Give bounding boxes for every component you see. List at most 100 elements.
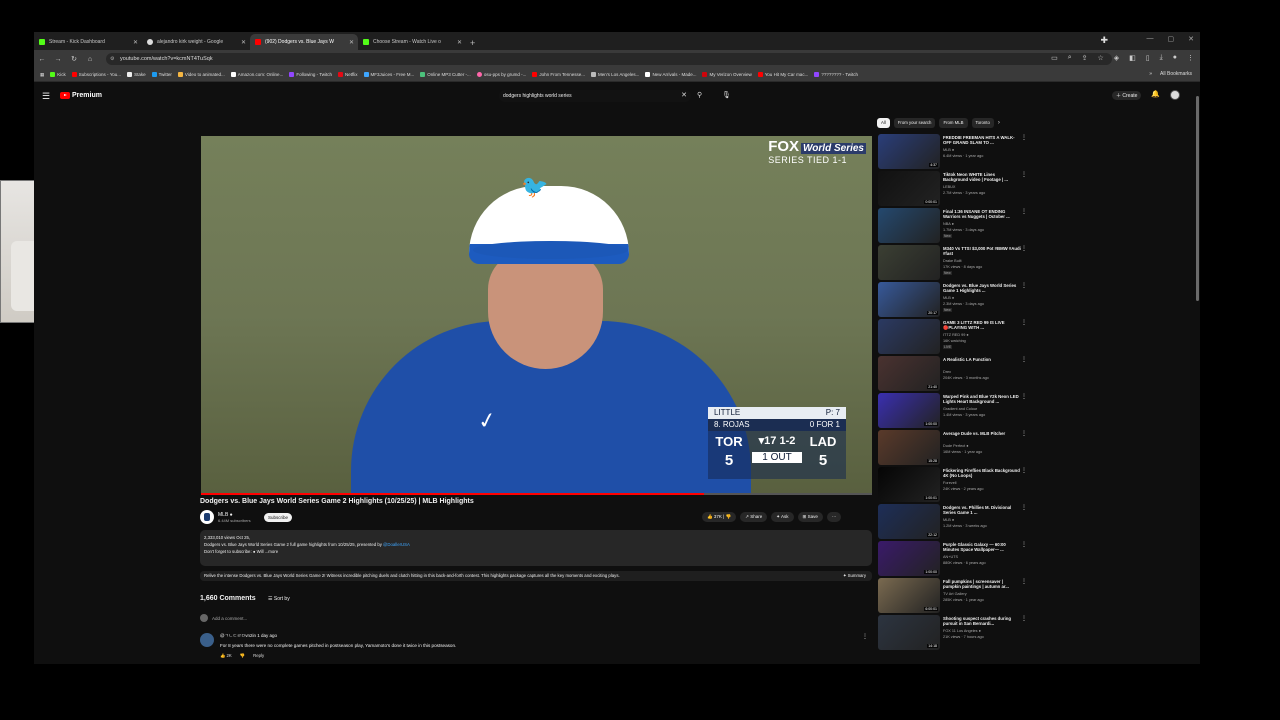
video-thumbnail[interactable]: 1:00:01 xyxy=(878,467,940,502)
bookmark-star-icon[interactable]: ☆ xyxy=(1098,54,1104,62)
recommendation-item[interactable]: M340 Vs TTS! $3,000 Pot #BMW #Audi #fast… xyxy=(878,245,1028,281)
summary-button[interactable]: ✦ Summary xyxy=(843,571,866,581)
zoom-icon[interactable]: ⌕ xyxy=(1068,54,1072,62)
forward-icon[interactable]: → xyxy=(50,56,66,63)
chevron-right-icon[interactable]: › xyxy=(998,118,1000,128)
apps-icon[interactable]: ▦ xyxy=(40,72,44,78)
tab-3[interactable]: Choose Stream - Watch Live o ✕ xyxy=(358,34,466,50)
chip-all[interactable]: All xyxy=(877,118,890,128)
channel-name[interactable]: FOX 11 Los Angeles ● xyxy=(943,629,981,633)
bookmark-16[interactable]: ???????? - Twitch xyxy=(814,72,858,77)
close-icon[interactable]: ✕ xyxy=(457,39,462,46)
video-thumbnail[interactable] xyxy=(878,245,940,280)
recommendation-item[interactable]: 15:28 Average Dude vs. MLB Pitcher Dude Pe… xyxy=(878,430,1028,466)
extensions-icon[interactable]: ◧ xyxy=(1129,54,1136,62)
kebab-menu-icon[interactable]: ⋮ xyxy=(1021,615,1027,622)
bookmark-4[interactable]: Video to animated... xyxy=(177,72,225,77)
cast-icon[interactable]: ▭ xyxy=(1051,54,1058,62)
video-title[interactable]: Purple Glassic Galaxy — 60:00 Minutes Sp… xyxy=(943,542,1021,553)
share-icon[interactable]: ⇪ xyxy=(1082,54,1088,62)
video-thumbnail[interactable]: 1:00:00 xyxy=(878,541,940,576)
comment-author[interactable]: @ㄱㄴㄷㄹㅁvn2in 1 day ago xyxy=(220,633,277,639)
recommendation-item[interactable]: 1:00:01 Flickering Fireflies Black Backgr… xyxy=(878,467,1028,503)
kebab-menu-icon[interactable]: ⋮ xyxy=(1021,245,1027,252)
avatar[interactable] xyxy=(1170,90,1180,100)
comment-like-button[interactable]: 👍 2K xyxy=(220,653,232,659)
home-icon[interactable]: ⌂ xyxy=(82,56,98,63)
search-input[interactable]: dodgers highlights world series ✕ xyxy=(499,90,691,102)
video-thumbnail[interactable] xyxy=(878,319,940,354)
download-icon[interactable]: ⤓ xyxy=(1160,54,1163,62)
reply-button[interactable]: Reply xyxy=(253,653,264,659)
comment-dislike-icon[interactable]: 👎 xyxy=(240,653,245,659)
search-icon[interactable]: ⚲ xyxy=(697,91,702,99)
sidebar-icon[interactable]: ▯ xyxy=(1146,54,1150,62)
video-thumbnail[interactable]: 21:40 xyxy=(878,356,940,391)
kebab-menu-icon[interactable]: ⋮ xyxy=(1021,319,1027,326)
reload-icon[interactable]: ↻ xyxy=(66,55,82,63)
channel-name[interactable]: TV Art Gallery xyxy=(943,592,967,596)
video-thumbnail[interactable]: 4:37 xyxy=(878,134,940,169)
share-button[interactable]: ↗ Share xyxy=(740,512,768,522)
back-icon[interactable]: ← xyxy=(34,56,50,63)
bookmark-12[interactable]: Men's Los Angeles... xyxy=(591,72,639,77)
kebab-menu-icon[interactable]: ⋮ xyxy=(1021,171,1027,178)
create-button[interactable]: ＋ Create xyxy=(1112,91,1142,100)
recommendation-item[interactable]: 0:00:01 Tiktok Neon WHITE Lines Backgroun… xyxy=(878,171,1028,207)
page-scrollbar[interactable] xyxy=(1195,94,1200,664)
recommendation-item[interactable]: 14:18 Shooting suspect crashes during pur… xyxy=(878,615,1028,651)
subscribe-button[interactable]: Subscribe xyxy=(264,513,293,522)
bookmark-3[interactable]: Twitter xyxy=(151,72,172,77)
recommendation-item[interactable]: 21:40 A Realistic LA Function Drex 204K vie… xyxy=(878,356,1028,392)
close-icon[interactable]: ✕ xyxy=(133,39,138,46)
kebab-menu-icon[interactable]: ⋮ xyxy=(1021,578,1027,585)
channel-name[interactable]: Drake Built xyxy=(943,259,962,263)
kebab-menu-icon[interactable]: ⋮ xyxy=(1021,134,1027,141)
youtube-logo[interactable]: Premium xyxy=(60,92,102,99)
bookmark-8[interactable]: MF3Juices - Free M... xyxy=(363,72,414,77)
video-thumbnail[interactable]: 0:00:01 xyxy=(878,171,940,206)
chip-from-mlb[interactable]: From MLB xyxy=(939,118,968,128)
menu-icon[interactable]: ⋮ xyxy=(1187,54,1194,62)
channel-name[interactable]: Drex xyxy=(943,370,951,374)
new-tab-button[interactable]: + xyxy=(470,36,475,50)
clear-icon[interactable]: ✕ xyxy=(681,90,687,102)
video-player[interactable]: ✓ 🐦 FOX World Series SERIES TIED 1-1 LITT… xyxy=(201,136,872,494)
video-title[interactable]: GAME 3 LITTZ RED 99 IS LIVE 🔴PLAYING WIT… xyxy=(943,320,1021,331)
ask-button[interactable]: ✦ Ask xyxy=(771,512,794,522)
close-window-icon[interactable]: ✕ xyxy=(1188,35,1194,43)
notifications-icon[interactable]: 🔔 xyxy=(1151,90,1160,98)
bookmark-15[interactable]: You Hit My Car mac... xyxy=(757,72,808,77)
kebab-menu-icon[interactable]: ⋮ xyxy=(1021,282,1027,289)
kebab-menu-icon[interactable]: ⋮ xyxy=(1021,393,1027,400)
add-comment-field[interactable]: Add a comment... xyxy=(200,614,247,622)
bookmark-10[interactable]: osu-pps by grumd -... xyxy=(476,72,526,77)
kebab-menu-icon[interactable]: ⋮ xyxy=(1021,208,1027,215)
video-title[interactable]: Flickering Fireflies Black Background 4K… xyxy=(943,468,1021,479)
video-title[interactable]: FREDDIE FREEMAN HITS A WALK-OFF GRAND SL… xyxy=(943,135,1021,146)
site-info-icon[interactable]: ⚙ xyxy=(110,53,114,65)
video-title[interactable]: Dodgers vs. Blue Jays World Series Game … xyxy=(943,283,1021,294)
channel-name[interactable]: NBA ● xyxy=(943,222,954,226)
scrollbar-thumb[interactable] xyxy=(1196,96,1199,301)
close-icon[interactable]: ✕ xyxy=(349,39,354,46)
recommendation-item[interactable]: Final 1:36 INSANE OT ENDING Warriors vs … xyxy=(878,208,1028,244)
menu-icon[interactable]: ☰ xyxy=(42,91,50,102)
bookmark-11[interactable]: John From Tennesse... xyxy=(532,72,585,77)
more-actions-button[interactable]: ⋯ xyxy=(826,512,842,522)
like-button[interactable]: 👍 37K | 👎 xyxy=(702,512,737,522)
recommendation-item[interactable]: 1:00:00 Purple Glassic Galaxy — 60:00 Min… xyxy=(878,541,1028,577)
comment-menu-icon[interactable]: ⋮ xyxy=(862,633,868,640)
save-button[interactable]: ⊞ Save xyxy=(797,512,823,522)
more-bookmarks-icon[interactable]: » xyxy=(1149,71,1152,77)
tab-1[interactable]: alejandro kirk weight - Google ✕ xyxy=(142,34,250,50)
video-thumbnail[interactable]: 14:18 xyxy=(878,615,940,650)
video-thumbnail[interactable]: 22:12 xyxy=(878,504,940,539)
recommendation-item[interactable]: 22:12 Dodgers vs. Phillies M. Divisional … xyxy=(878,504,1028,540)
all-bookmarks[interactable]: All Bookmarks xyxy=(1160,71,1192,77)
maximize-icon[interactable]: ▢ xyxy=(1168,35,1175,43)
bookmark-2[interactable]: Stake xyxy=(127,72,146,77)
channel-name[interactable]: MLB ● xyxy=(943,296,954,300)
channel-name[interactable]: AN+UTS xyxy=(943,555,958,559)
channel-name[interactable]: MLB ● xyxy=(943,518,954,522)
